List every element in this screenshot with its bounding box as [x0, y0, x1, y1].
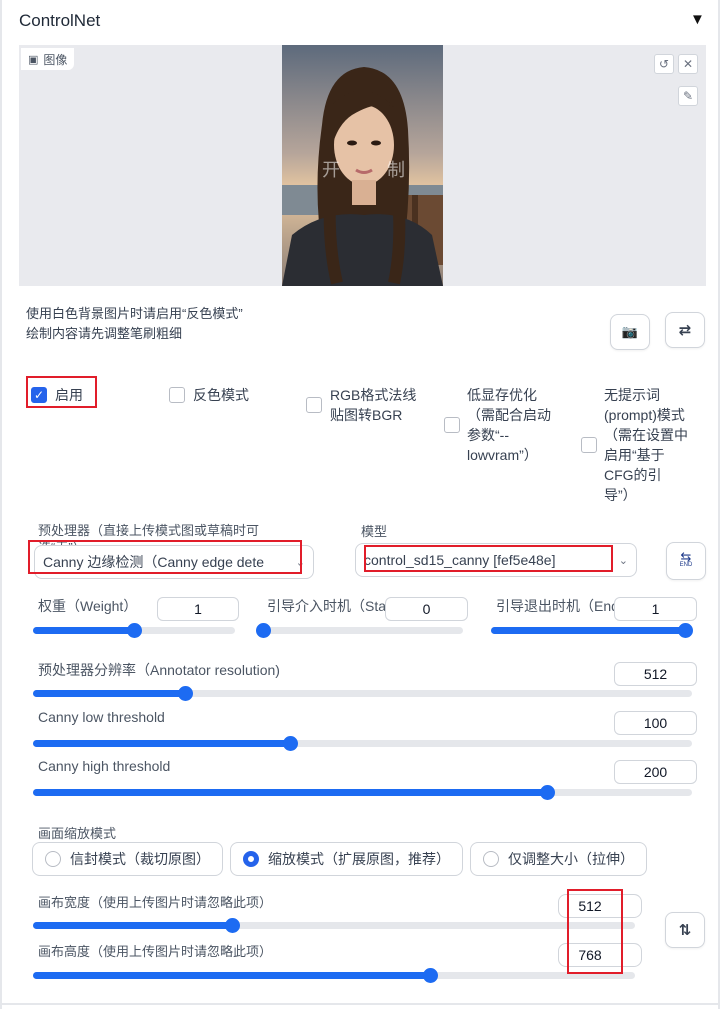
slider-thumb[interactable] [283, 736, 298, 751]
refresh-models-icon: ⇆ END [679, 549, 693, 568]
swap-button[interactable]: ⇄ [665, 312, 705, 348]
canvas-height-slider[interactable] [33, 968, 635, 983]
resize-option-label: 缩放模式（扩展原图，推荐） [268, 851, 450, 867]
guess-mode-label-line: (prompt)模式 [604, 407, 685, 423]
slider-fill [491, 627, 685, 634]
guidance-start-input[interactable]: 0 [385, 597, 468, 621]
annotator-resolution-slider[interactable] [33, 686, 692, 701]
hint-text: 使用白色背景图片时请启用“反色模式” 绘制内容请先调整笔刷粗细 [26, 304, 243, 344]
canny-low-slider[interactable] [33, 736, 692, 751]
guess-mode-checkbox[interactable] [581, 437, 597, 453]
refresh-models-button[interactable]: ⇆ END [666, 542, 706, 580]
guidance-end-input[interactable]: 1 [614, 597, 697, 621]
canny-low-input[interactable]: 100 [614, 711, 697, 735]
swap-vertical-icon: ⇅ [678, 922, 692, 939]
highlight-enable [26, 376, 97, 408]
brush-icon[interactable]: ✎ [678, 86, 698, 106]
canny-high-input[interactable]: 200 [614, 760, 697, 784]
canvas-width-label: 画布宽度（使用上传图片时请忽略此项） [38, 895, 273, 910]
lowvram-label-line: （需配合启动 [467, 407, 551, 423]
guess-mode-label-line: 无提示词 [604, 387, 660, 403]
guidance-start-label: 引导介入时机（Star [267, 598, 387, 614]
resize-mode-label: 画面缩放模式 [38, 826, 117, 841]
slider-fill [33, 972, 431, 979]
camera-icon: 📷 [621, 324, 639, 339]
annotator-resolution-input[interactable]: 512 [614, 662, 697, 686]
uploaded-photo [282, 45, 443, 286]
rgb-bgr-checkbox[interactable] [306, 397, 322, 413]
resize-option-scale[interactable]: 缩放模式（扩展原图，推荐） [230, 842, 463, 876]
weight-input[interactable]: 1 [157, 597, 239, 621]
guidance-start-slider[interactable] [256, 623, 463, 638]
rgb-bgr-label: RGB格式法线 贴图转BGR [330, 385, 416, 425]
guidance-end-label: 引导退出时机（End [496, 598, 616, 614]
panel-title: ControlNet [19, 11, 101, 30]
canny-low-label: Canny low threshold [38, 709, 165, 725]
slider-thumb[interactable] [127, 623, 142, 638]
slider-thumb[interactable] [423, 968, 439, 983]
undo-icon[interactable]: ↺ [654, 54, 674, 74]
slider-fill [33, 740, 290, 747]
guidance-end-slider[interactable] [491, 623, 693, 638]
slider-thumb[interactable] [256, 623, 271, 638]
guess-mode-label-line: 导”） [604, 487, 637, 503]
image-label-text: 图像 [43, 52, 68, 67]
triangle-down-icon[interactable]: ▼ [690, 11, 705, 28]
model-label: 模型 [361, 524, 388, 539]
rgb-bgr-label-line: RGB格式法线 [330, 387, 417, 403]
rgb-bgr-label-line: 贴图转BGR [330, 407, 403, 423]
lowvram-label-line: lowvram”） [467, 447, 538, 463]
resize-option-label: 仅调整大小（拉伸） [508, 851, 634, 867]
image-tab-label: ▣ 图像 [21, 48, 75, 70]
bottom-border [0, 1003, 720, 1005]
canny-high-label: Canny high threshold [38, 758, 171, 774]
slider-fill [33, 627, 134, 634]
lowvram-label: 低显存优化 （需配合启动 参数“-- lowvram”） [467, 385, 551, 465]
slider-fill [33, 922, 232, 929]
guess-mode-label-line: CFG的引 [604, 467, 662, 483]
camera-button[interactable]: 📷 [610, 314, 650, 350]
canvas-width-slider[interactable] [33, 918, 635, 933]
guess-mode-label: 无提示词 (prompt)模式 （需在设置中 启用“基于 CFG的引 导”） [604, 385, 688, 505]
annotator-resolution-label: 预处理器分辨率（Annotator resolution) [38, 662, 280, 678]
invert-checkbox[interactable] [169, 387, 185, 403]
left-border [0, 0, 2, 1009]
watermark-text: 开 [322, 160, 340, 180]
radio-button-selected [243, 851, 259, 867]
highlight-canvas-size [567, 889, 623, 974]
chevron-down-icon: ⌄ [618, 554, 628, 567]
radio-button [45, 851, 61, 867]
lowvram-label-line: 低显存优化 [467, 387, 537, 403]
resize-option-label: 信封模式（裁切原图） [70, 851, 210, 867]
image-icon: ▣ [28, 53, 39, 66]
slider-fill [33, 690, 185, 697]
weight-slider[interactable] [33, 623, 235, 638]
guess-mode-label-line: （需在设置中 [604, 427, 688, 443]
highlight-preprocessor [28, 540, 302, 574]
invert-label: 反色模式 [193, 387, 249, 403]
swap-icon: ⇄ [678, 322, 692, 339]
slider-fill [33, 789, 548, 796]
resize-option-stretch[interactable]: 仅调整大小（拉伸） [470, 842, 647, 876]
close-icon[interactable]: ✕ [678, 54, 698, 74]
hint-line-1: 使用白色背景图片时请启用“反色模式” [26, 306, 243, 321]
weight-label: 权重（Weight） [38, 598, 138, 614]
model-end-label: END [679, 562, 693, 568]
guess-mode-label-line: 启用“基于 [604, 447, 665, 463]
radio-button [483, 851, 499, 867]
slider-thumb[interactable] [224, 918, 240, 933]
slider-thumb[interactable] [540, 785, 556, 800]
canny-high-slider[interactable] [33, 785, 692, 800]
lowvram-label-line: 参数“-- [467, 427, 509, 443]
slider-thumb[interactable] [678, 623, 693, 638]
highlight-model [364, 545, 613, 572]
hint-line-2: 绘制内容请先调整笔刷粗细 [26, 326, 183, 341]
canvas-height-label: 画布高度（使用上传图片时请忽略此项） [38, 944, 273, 959]
slider-thumb[interactable] [177, 686, 193, 701]
resize-option-envelope[interactable]: 信封模式（裁切原图） [32, 842, 223, 876]
swap-dimensions-button[interactable]: ⇅ [665, 912, 705, 948]
watermark-text-tail: 制 [387, 160, 405, 180]
lowvram-checkbox[interactable] [444, 417, 460, 433]
